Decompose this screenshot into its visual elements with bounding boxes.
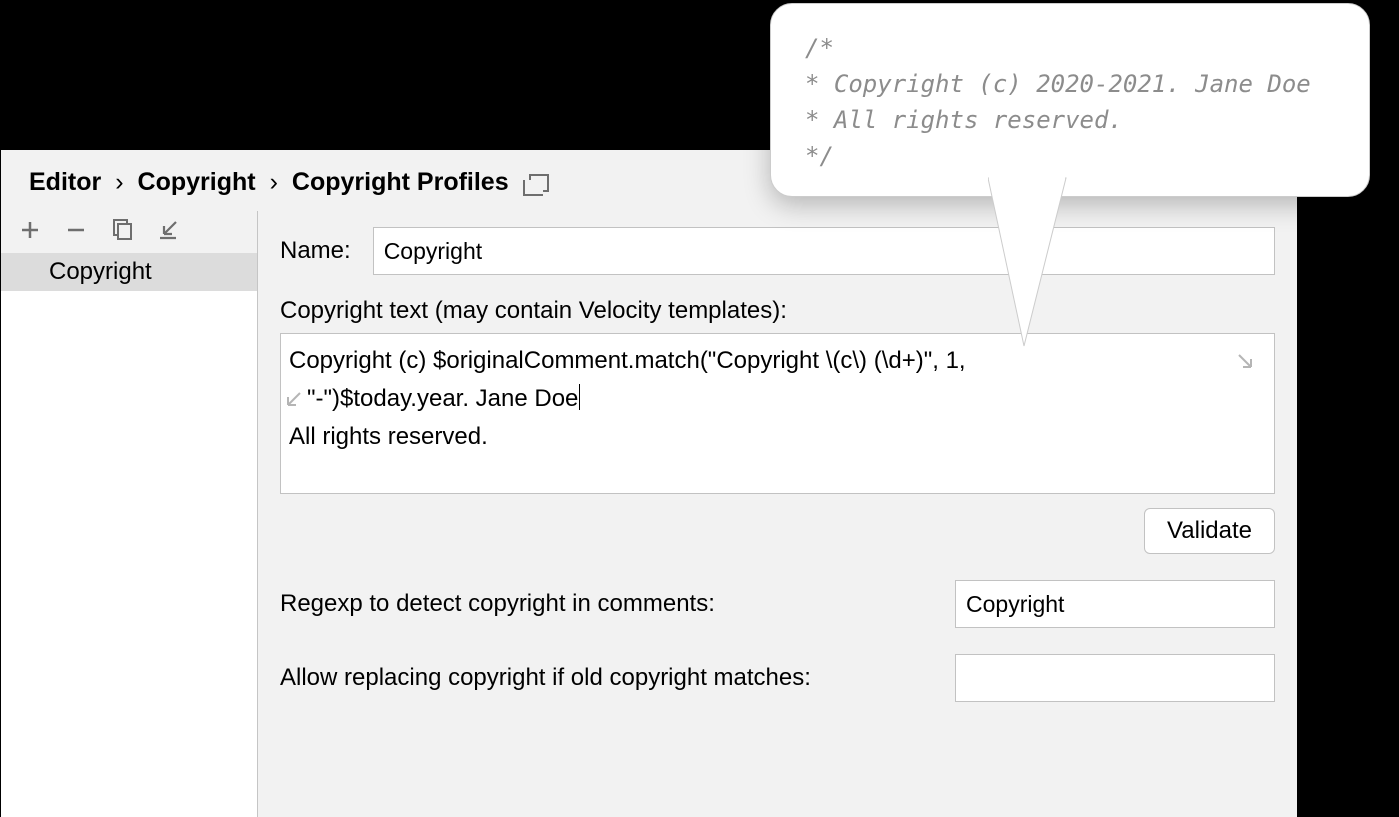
breadcrumb-copyright[interactable]: Copyright bbox=[138, 168, 256, 197]
validate-row: Validate bbox=[280, 508, 1275, 554]
copyright-text-label: Copyright text (may contain Velocity tem… bbox=[280, 297, 1275, 325]
name-row: Name: bbox=[280, 227, 1275, 275]
restore-window-icon[interactable] bbox=[529, 174, 549, 192]
breadcrumb-copyright-profiles[interactable]: Copyright Profiles bbox=[292, 168, 509, 197]
chevron-right-icon: › bbox=[270, 168, 278, 197]
callout-line: /* bbox=[805, 30, 1335, 66]
preview-callout: /* * Copyright (c) 2020-2021. Jane Doe *… bbox=[770, 3, 1370, 197]
allow-field[interactable] bbox=[955, 654, 1275, 702]
profiles-sidebar: Copyright bbox=[1, 211, 258, 817]
validate-button[interactable]: Validate bbox=[1144, 508, 1275, 554]
soft-wrap-down-icon bbox=[1236, 344, 1254, 382]
add-icon[interactable] bbox=[17, 217, 43, 243]
allow-row: Allow replacing copyright if old copyrig… bbox=[280, 654, 1275, 702]
sidebar-toolbar bbox=[1, 211, 257, 253]
callout-line: */ bbox=[805, 138, 1335, 174]
regexp-field[interactable] bbox=[955, 580, 1275, 628]
soft-wrap-up-icon bbox=[285, 382, 303, 420]
name-label: Name: bbox=[280, 237, 351, 265]
text-line-1: Copyright (c) $originalComment.match("Co… bbox=[289, 342, 1266, 380]
regexp-label: Regexp to detect copyright in comments: bbox=[280, 590, 933, 618]
settings-window: Editor › Copyright › Copyright Profiles bbox=[0, 149, 1298, 817]
copyright-text-field[interactable]: Copyright (c) $originalComment.match("Co… bbox=[280, 333, 1275, 494]
chevron-right-icon: › bbox=[115, 168, 123, 197]
regexp-row: Regexp to detect copyright in comments: bbox=[280, 580, 1275, 628]
callout-line: * All rights reserved. bbox=[805, 102, 1335, 138]
import-icon[interactable] bbox=[155, 217, 181, 243]
text-line-3: All rights reserved. bbox=[289, 418, 1266, 456]
remove-icon[interactable] bbox=[63, 217, 89, 243]
breadcrumb-editor[interactable]: Editor bbox=[29, 168, 101, 197]
callout-line: * Copyright (c) 2020-2021. Jane Doe bbox=[805, 66, 1335, 102]
allow-label: Allow replacing copyright if old copyrig… bbox=[280, 664, 933, 692]
copy-icon[interactable] bbox=[109, 217, 135, 243]
list-item[interactable]: Copyright bbox=[1, 253, 257, 291]
profile-editor: Name: Copyright text (may contain Veloci… bbox=[258, 211, 1297, 817]
text-line-2: "-")$today.year. Jane Doe bbox=[289, 380, 1266, 418]
name-field[interactable] bbox=[373, 227, 1275, 275]
content-body: Copyright Name: Copyright text (may cont… bbox=[1, 211, 1297, 817]
profiles-list: Copyright bbox=[1, 253, 257, 817]
